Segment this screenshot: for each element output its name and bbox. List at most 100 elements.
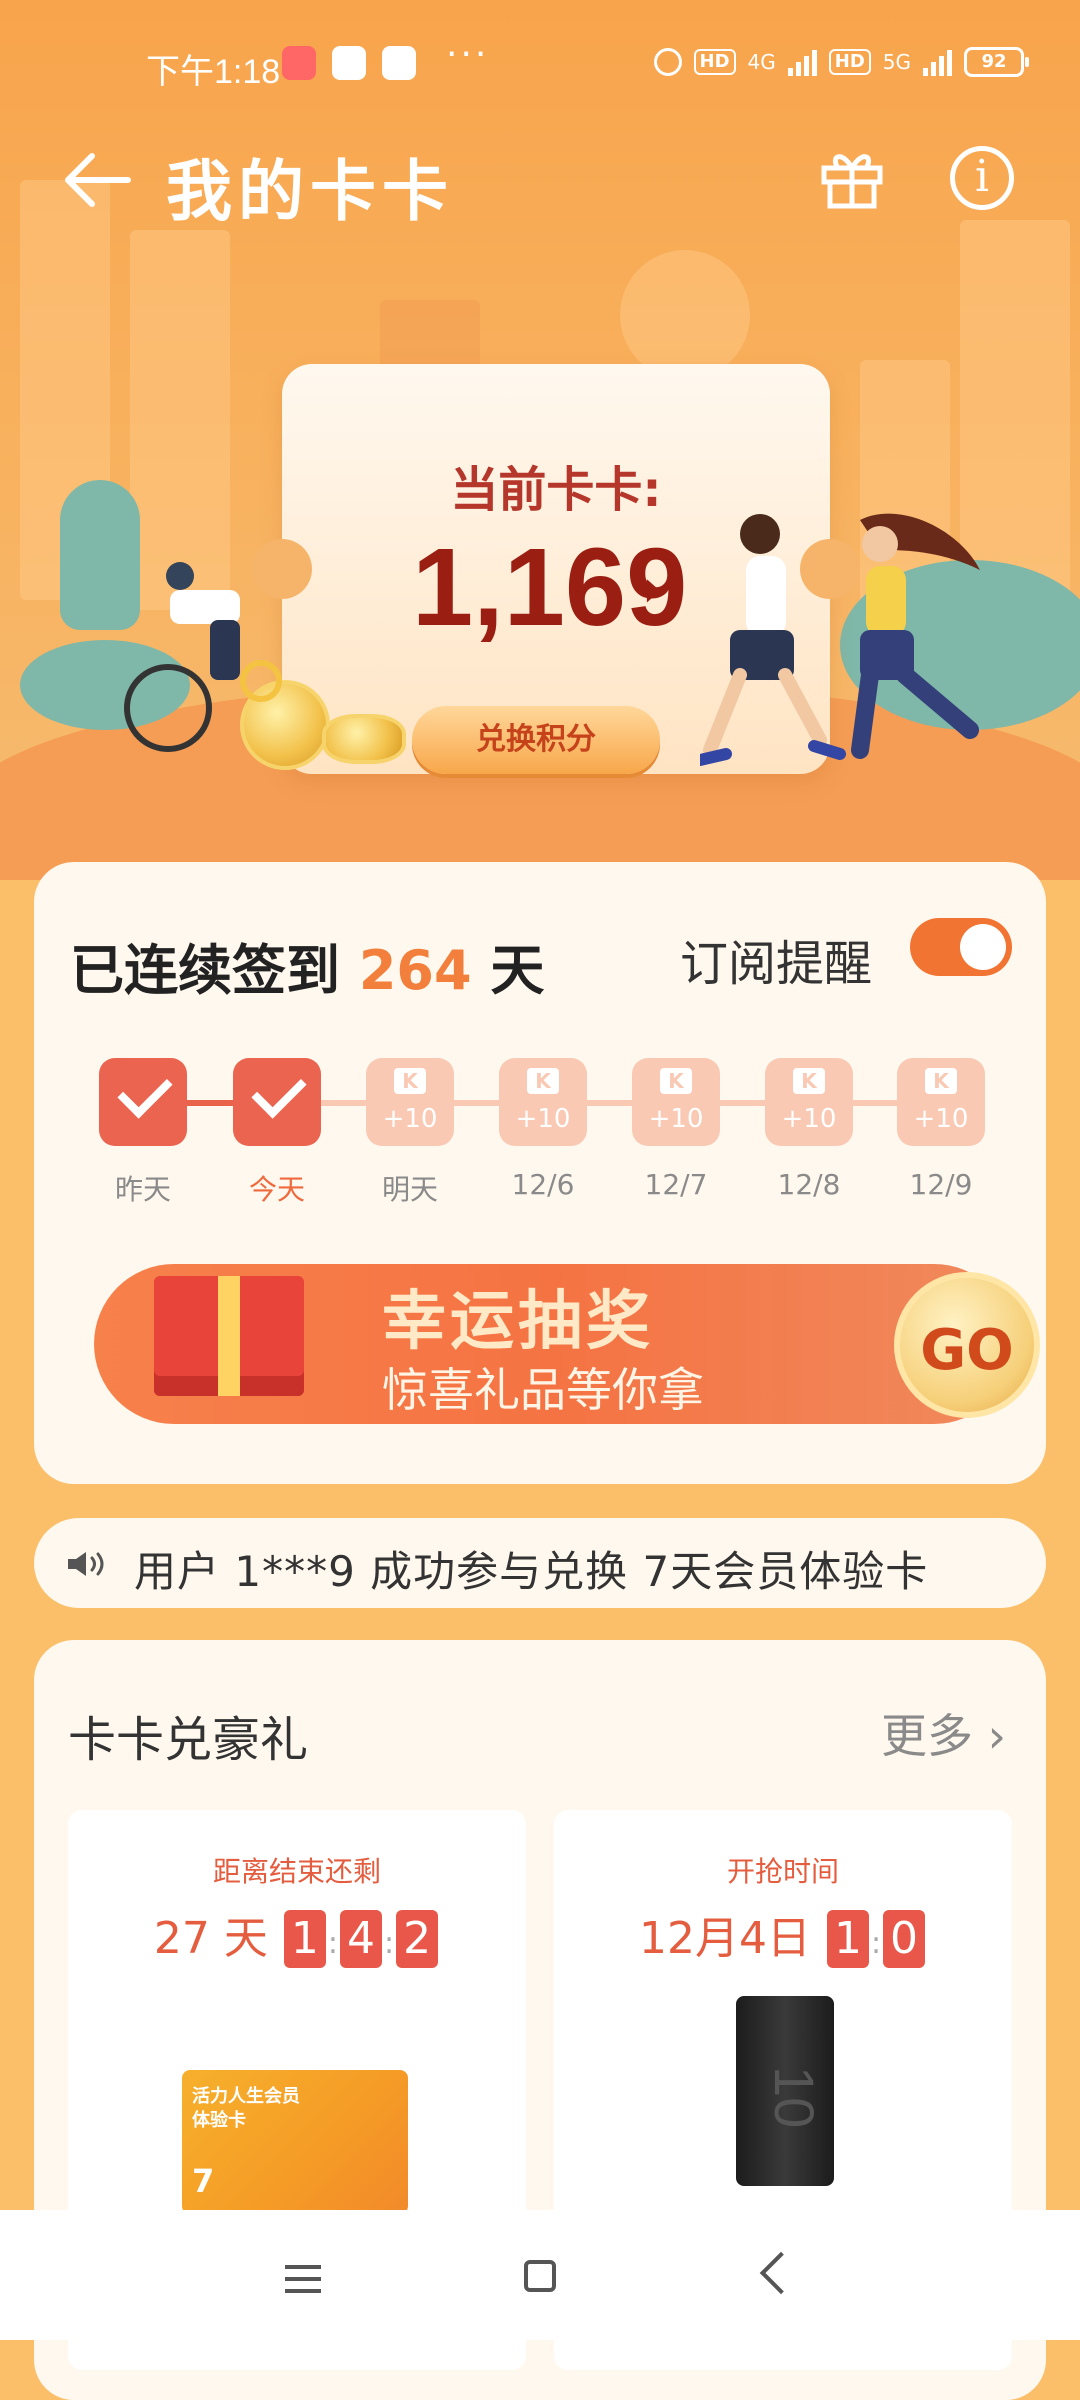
day-label: 12/6: [511, 1168, 575, 1201]
signal-icon: [787, 48, 817, 76]
redeem-points-button[interactable]: 兑换积分: [412, 706, 660, 774]
more-notifications-icon: ···: [446, 34, 490, 75]
gift-icon[interactable]: [820, 148, 884, 210]
status-right: HD 4G HD 5G 92: [653, 44, 1029, 80]
vip-trial-card-image: 活力人生会员 体验卡 7: [182, 2070, 408, 2214]
day-item: K +10 明天: [365, 1058, 455, 1208]
sun-decoration: [620, 250, 750, 380]
lucky-draw-banner[interactable]: 幸运抽奖 惊喜礼品等你拿 GO: [84, 1256, 1040, 1436]
day-points: +10: [382, 1104, 438, 1134]
lucky-draw-title: 幸运抽奖: [382, 1285, 654, 1359]
day-item: 昨天: [98, 1058, 188, 1208]
day-item: K +10 12/7: [631, 1058, 721, 1201]
hero-banner: 下午1:18 ··· HD 4G HD 5G 92 我的卡卡 i 当前卡卡: 1…: [0, 0, 1080, 880]
page-title: 我的卡卡: [166, 153, 454, 230]
info-icon[interactable]: i: [950, 146, 1014, 210]
video-app-icon: [332, 46, 366, 80]
day-item: K +10 12/8: [764, 1058, 854, 1201]
signal-icon: [923, 48, 952, 76]
day-reward-box: K +10: [632, 1058, 720, 1146]
vip-card-days: 7: [192, 2162, 215, 2200]
start-time: 12月4日 1:0: [554, 1902, 1012, 1968]
vip-card-line2: 体验卡: [192, 2110, 246, 2131]
home-icon[interactable]: [524, 2260, 556, 2292]
power-bank-image: 10: [736, 1996, 834, 2186]
checkin-card: 已连续签到 264 天 订阅提醒 昨天 今天 K +10 明天 K +10 12…: [34, 862, 1046, 1484]
k-coin-icon: K: [394, 1068, 426, 1094]
day-checked-box: [233, 1058, 321, 1146]
chevron-right-icon: ›: [987, 1709, 1006, 1763]
streak-suffix: 天: [490, 939, 545, 1002]
day-item: K +10 12/9: [896, 1058, 986, 1201]
more-link[interactable]: 更多 ›: [881, 1700, 1006, 1766]
menu-icon[interactable]: [285, 2265, 321, 2301]
power-bank-label: 10: [763, 2066, 826, 2129]
k-coin-icon: K: [925, 1068, 957, 1094]
day-item: K +10 12/6: [498, 1058, 588, 1201]
back-arrow-icon[interactable]: [62, 150, 132, 210]
subscribe-reminder-label: 订阅提醒: [680, 936, 873, 992]
day-reward-box: K +10: [366, 1058, 454, 1146]
k-coin-icon: K: [527, 1068, 559, 1094]
checkin-days-row: 昨天 今天 K +10 明天 K +10 12/6 K +10 12/7 K +…: [98, 1058, 998, 1208]
day-item: 今天: [232, 1058, 322, 1208]
day-reward-box: K +10: [499, 1058, 587, 1146]
day-label: 明天: [381, 1173, 438, 1206]
lucky-draw-subtitle: 惊喜礼品等你拿: [382, 1363, 704, 1417]
subscribe-reminder-toggle[interactable]: [910, 918, 1012, 976]
status-time: 下午1:18: [146, 53, 281, 91]
heart-app-icon: [282, 46, 316, 80]
countdown-timer: 27 天 1:4:2: [68, 1902, 526, 1968]
speaker-icon: [68, 1552, 104, 1576]
day-label: 12/7: [644, 1168, 708, 1201]
start-time-label: 开抢时间: [726, 1855, 839, 1888]
k-coin-icon: K: [793, 1068, 825, 1094]
more-label: 更多: [880, 1709, 973, 1763]
cyclist-illustration: [166, 562, 240, 680]
system-nav-bar: [0, 2210, 1080, 2340]
battery-indicator: 92: [964, 47, 1029, 77]
day-reward-box: K +10: [765, 1058, 853, 1146]
gift-box-illustration: [154, 1276, 304, 1396]
status-bar: 下午1:18 ··· HD 4G HD 5G 92: [0, 0, 1080, 120]
runner-woman-illustration: [851, 513, 980, 759]
streak-text: 已连续签到 264 天: [70, 926, 544, 1005]
tree-decoration: [60, 480, 140, 630]
checkmark-icon: [251, 1063, 307, 1119]
network-4g-label: 4G: [747, 50, 776, 74]
day-label: 昨天: [114, 1173, 171, 1206]
day-label-today: 今天: [248, 1173, 305, 1206]
countdown-label: 距离结束还剩: [212, 1855, 381, 1888]
countdown-block: 1: [283, 1910, 326, 1968]
section-title: 卡卡兑豪礼: [68, 1712, 309, 1768]
time-block: 0: [883, 1910, 926, 1968]
hd-badge: HD: [828, 49, 871, 75]
vip-card-line1: 活力人生会员: [192, 2086, 300, 2107]
exchange-notice-text: 用户 1***9 成功参与兑换 7天会员体验卡: [134, 1547, 929, 1596]
lucky-draw-go-button[interactable]: GO: [894, 1272, 1040, 1418]
checkmark-icon: [117, 1063, 173, 1119]
network-5g-label: 5G: [882, 50, 911, 74]
streak-days: 264: [358, 939, 472, 1002]
day-reward-box: K +10: [897, 1058, 985, 1146]
k-coin-icon: K: [660, 1068, 692, 1094]
day-points: +10: [515, 1104, 571, 1134]
back-nav-icon[interactable]: [759, 2251, 803, 2295]
day-label: 12/9: [909, 1168, 973, 1201]
day-checked-box: [99, 1058, 187, 1146]
toggle-knob: [960, 924, 1006, 970]
countdown-block: 4: [339, 1910, 382, 1968]
building-decoration: [130, 230, 230, 610]
exchange-notice-bar: 用户 1***9 成功参与兑换 7天会员体验卡: [34, 1518, 1046, 1608]
start-date: 12月4日: [638, 1913, 811, 1964]
chevron-right-icon[interactable]: ›: [642, 559, 663, 619]
streak-prefix: 已连续签到: [70, 939, 340, 1002]
countdown-block: 2: [396, 1910, 439, 1968]
coin-decoration: [322, 714, 406, 764]
alarm-icon: [653, 48, 682, 76]
day-points: +10: [781, 1104, 837, 1134]
day-points: +10: [648, 1104, 704, 1134]
time-block: 1: [826, 1910, 869, 1968]
day-points: +10: [913, 1104, 969, 1134]
browser-app-icon: [382, 46, 416, 80]
